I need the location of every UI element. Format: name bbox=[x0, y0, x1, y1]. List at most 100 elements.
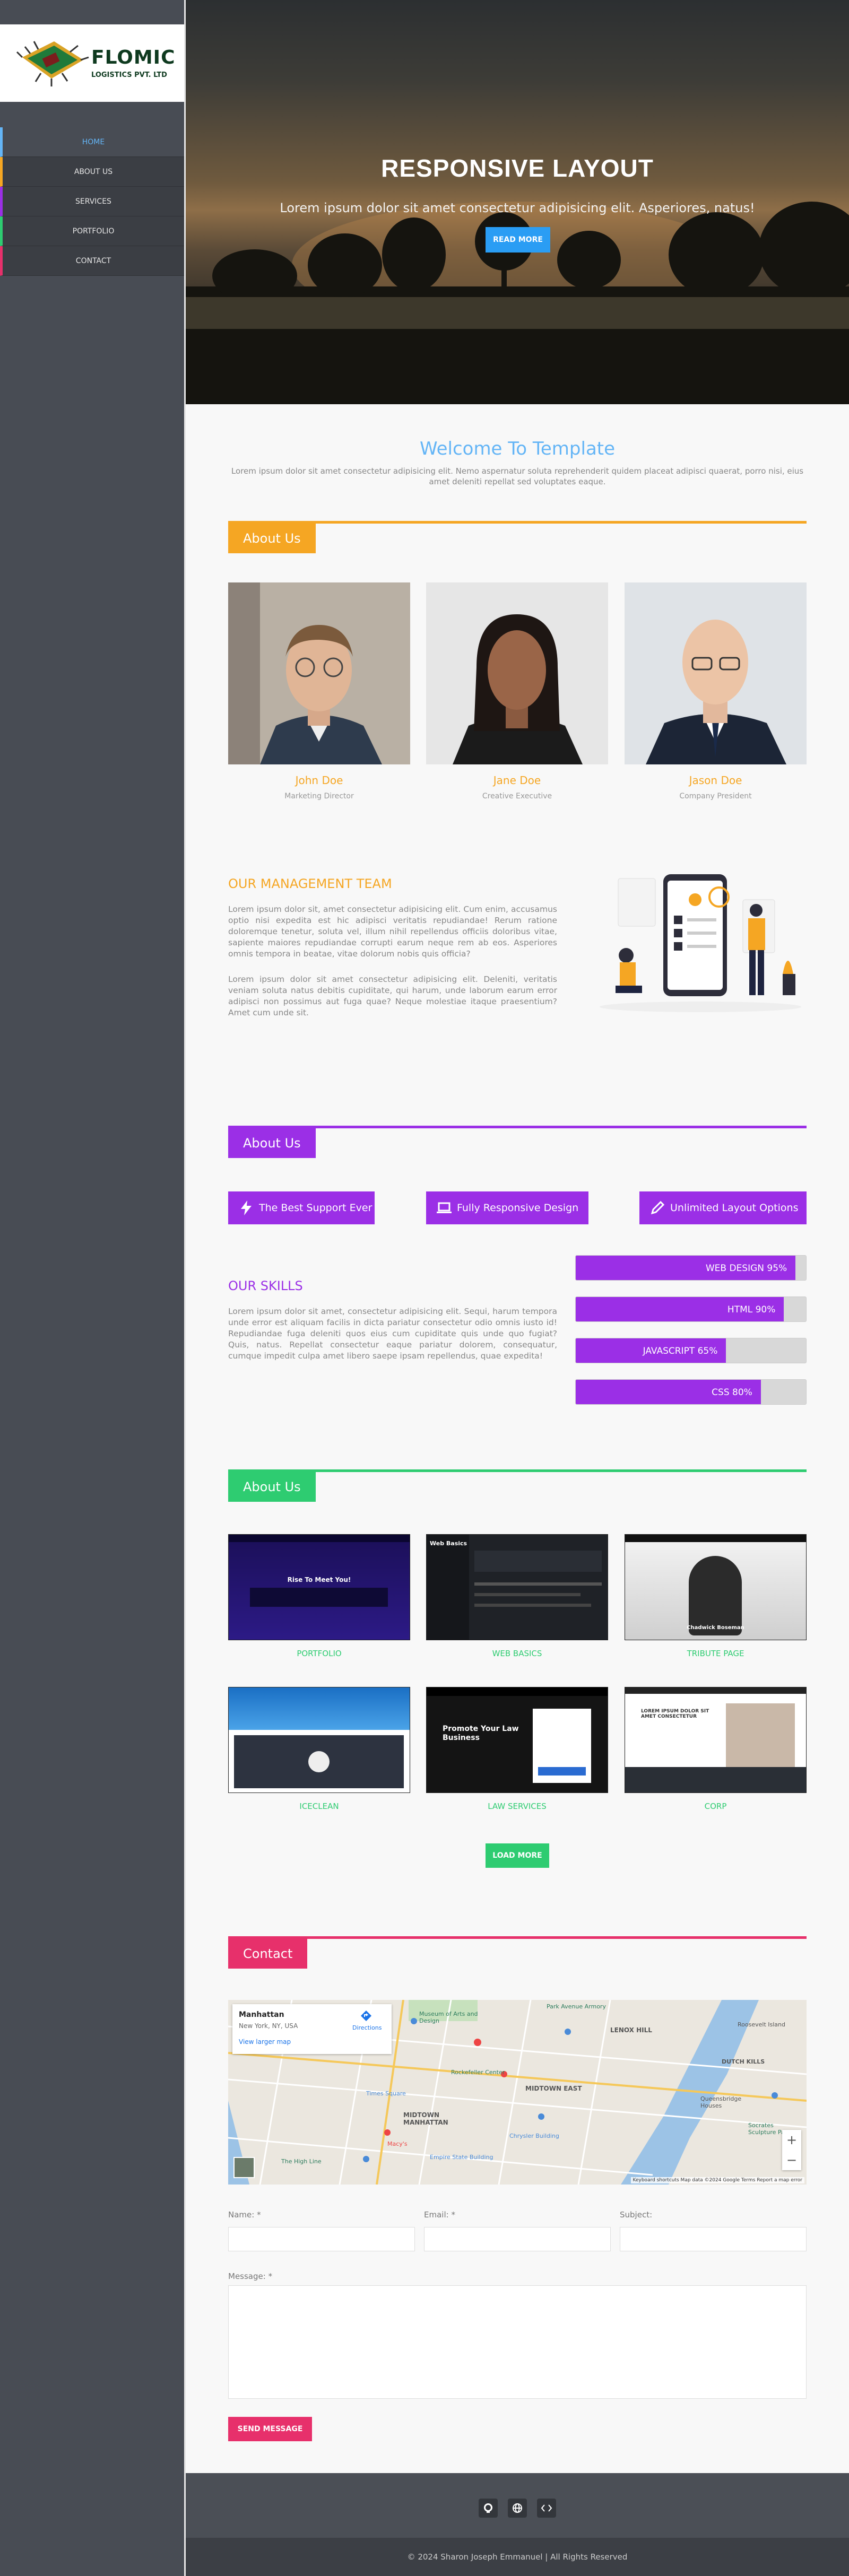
portfolio-thumbnail bbox=[228, 1687, 410, 1793]
nav-contact[interactable]: CONTACT bbox=[0, 246, 184, 276]
portfolio-card[interactable]: Rise To Meet You! PORTFOLIO bbox=[228, 1534, 410, 1658]
portfolio-tag: About Us bbox=[228, 1472, 316, 1502]
message-label: Message: * bbox=[228, 2272, 273, 2281]
code-icon[interactable] bbox=[537, 2499, 556, 2518]
send-message-button[interactable]: SEND MESSAGE bbox=[228, 2417, 312, 2441]
team-role: Company President bbox=[679, 792, 752, 800]
map-label: MIDTOWN EAST bbox=[525, 2085, 582, 2092]
skills-text: Lorem ipsum dolor sit amet, consectetur … bbox=[228, 1307, 557, 1361]
map-footer: Keyboard shortcuts Map data ©2024 Google… bbox=[630, 2177, 804, 2183]
map-label: Queensbridge Houses bbox=[700, 2095, 742, 2109]
nav-about-us[interactable]: ABOUT US bbox=[0, 157, 184, 187]
map-info-card: Manhattan New York, NY, USA View larger … bbox=[232, 2004, 392, 2054]
feature-support-button[interactable]: The Best Support Ever bbox=[228, 1191, 375, 1224]
directions-icon[interactable] bbox=[360, 2009, 372, 2022]
email-input[interactable] bbox=[424, 2227, 611, 2251]
map-label: DUTCH KILLS bbox=[722, 2058, 765, 2065]
subject-label: Subject: bbox=[620, 2210, 653, 2220]
sidebar: FLOMIC LOGISTICS PVT. LTD HOME ABOUT US … bbox=[0, 0, 186, 2576]
map-label: Park Avenue Armory bbox=[547, 2003, 606, 2010]
name-label: Name: * bbox=[228, 2210, 261, 2220]
map-label: LENOX HILL bbox=[610, 2026, 652, 2034]
zoom-controls: + − bbox=[782, 2130, 801, 2170]
feature-label: The Best Support Ever bbox=[259, 1202, 372, 1214]
portfolio-thumbnail: Promote Your Law Business bbox=[426, 1687, 608, 1793]
hero-subtitle: Lorem ipsum dolor sit amet consectetur a… bbox=[280, 201, 755, 215]
skill-bar-javascript: JAVASCRIPT 65% bbox=[575, 1338, 807, 1363]
team-role: Marketing Director bbox=[284, 792, 354, 800]
logo-subtitle: LOGISTICS PVT. LTD bbox=[91, 71, 167, 79]
globe-icon[interactable] bbox=[508, 2499, 527, 2518]
map-label: Empire State Building bbox=[430, 2154, 493, 2161]
skill-bar-web-design: WEB DESIGN 95% bbox=[575, 1255, 807, 1281]
skill-label: HTML 90% bbox=[727, 1304, 776, 1315]
portfolio-caption: WEB BASICS bbox=[492, 1649, 542, 1658]
management-text-2: Lorem ipsum dolor sit amet consectetur a… bbox=[228, 974, 557, 1017]
directions-link[interactable]: Directions bbox=[352, 2024, 382, 2031]
thumb-text: Rise To Meet You! bbox=[287, 1576, 351, 1583]
portfolio-card[interactable]: LOREM IPSUM DOLOR SIT AMET CONSECTETUR C… bbox=[625, 1687, 807, 1811]
logo-name: FLOMIC bbox=[91, 47, 176, 68]
load-more-button[interactable]: LOAD MORE bbox=[486, 1843, 549, 1868]
portfolio-caption: LAW SERVICES bbox=[488, 1802, 547, 1811]
skill-label: JAVASCRIPT 65% bbox=[643, 1346, 718, 1356]
email-label: Email: * bbox=[424, 2210, 455, 2220]
map-larger-link[interactable]: View larger map bbox=[239, 2038, 291, 2046]
read-more-button[interactable]: READ MORE bbox=[486, 227, 550, 253]
portfolio-thumbnail: LOREM IPSUM DOLOR SIT AMET CONSECTETUR bbox=[625, 1687, 807, 1793]
map-label: Times Square bbox=[366, 2090, 406, 2097]
map-address: New York, NY, USA bbox=[239, 2022, 298, 2030]
portfolio-thumbnail: Rise To Meet You! bbox=[228, 1534, 410, 1640]
logo[interactable]: FLOMIC LOGISTICS PVT. LTD bbox=[0, 24, 184, 102]
bolt-icon bbox=[241, 1200, 252, 1215]
message-textarea[interactable] bbox=[228, 2285, 807, 2399]
thumb-text: LOREM IPSUM DOLOR SIT AMET CONSECTETUR bbox=[641, 1709, 709, 1719]
thumb-text: Web Basics bbox=[430, 1540, 467, 1547]
team-card-jane: Jane Doe Creative Executive bbox=[426, 582, 608, 800]
portfolio-thumbnail: Web Basics bbox=[426, 1534, 608, 1640]
portfolio-card[interactable]: Promote Your Law Business LAW SERVICES bbox=[426, 1687, 608, 1811]
skill-bar-css: CSS 80% bbox=[575, 1379, 807, 1405]
portfolio-card[interactable]: Chadwick Boseman TRIBUTE PAGE bbox=[625, 1534, 807, 1658]
map-label: The High Line bbox=[281, 2158, 322, 2165]
circuit-chip-logo-icon bbox=[16, 41, 89, 86]
map-label: Roosevelt Island bbox=[738, 2021, 785, 2028]
nav-portfolio[interactable]: PORTFOLIO bbox=[0, 216, 184, 246]
services-tag: About Us bbox=[228, 1128, 316, 1158]
john-photo bbox=[228, 582, 410, 764]
team-role: Creative Executive bbox=[482, 792, 552, 800]
portfolio-caption: CORP bbox=[704, 1802, 727, 1811]
skills-title: OUR SKILLS bbox=[228, 1278, 303, 1293]
portfolio-card[interactable]: Web Basics WEB BASICS bbox=[426, 1534, 608, 1658]
pencil-icon bbox=[651, 1200, 665, 1215]
feature-responsive-button[interactable]: Fully Responsive Design bbox=[426, 1191, 588, 1224]
copyright: © 2024 Sharon Joseph Emmanuel | All Righ… bbox=[186, 2538, 849, 2576]
footer bbox=[186, 2473, 849, 2538]
management-title: OUR MANAGEMENT TEAM bbox=[228, 876, 392, 891]
map-thumbnail[interactable] bbox=[233, 2157, 255, 2178]
hero-banner: RESPONSIVE LAYOUT Lorem ipsum dolor sit … bbox=[186, 0, 849, 404]
contact-divider bbox=[228, 1936, 807, 1939]
thumb-text: Promote Your Law Business bbox=[443, 1725, 519, 1742]
feature-layout-button[interactable]: Unlimited Layout Options bbox=[639, 1191, 807, 1224]
contact-section-header: Contact bbox=[228, 1936, 807, 1969]
google-map[interactable]: Museum of Arts and Design Park Avenue Ar… bbox=[228, 2000, 807, 2185]
portfolio-card[interactable]: ICECLEAN bbox=[228, 1687, 410, 1811]
contact-tag: Contact bbox=[228, 1939, 308, 1969]
map-label: Chrysler Building bbox=[509, 2133, 559, 2139]
hero-title: RESPONSIVE LAYOUT bbox=[381, 154, 654, 182]
map-label: MIDTOWN MANHATTAN bbox=[403, 2111, 448, 2126]
skill-label: CSS 80% bbox=[712, 1387, 752, 1398]
github-icon[interactable] bbox=[479, 2499, 498, 2518]
zoom-out-icon[interactable]: − bbox=[782, 2150, 801, 2170]
name-input[interactable] bbox=[228, 2227, 415, 2251]
nav-home[interactable]: HOME bbox=[0, 127, 184, 157]
subject-input[interactable] bbox=[620, 2227, 807, 2251]
team-illustration bbox=[600, 874, 801, 1012]
zoom-in-icon[interactable]: + bbox=[782, 2130, 801, 2150]
portfolio-thumbnail: Chadwick Boseman bbox=[625, 1534, 807, 1640]
feature-label: Fully Responsive Design bbox=[457, 1202, 579, 1214]
welcome-title: Welcome To Template bbox=[419, 438, 616, 459]
portfolio-caption: TRIBUTE PAGE bbox=[687, 1649, 744, 1658]
nav-services[interactable]: SERVICES bbox=[0, 187, 184, 216]
